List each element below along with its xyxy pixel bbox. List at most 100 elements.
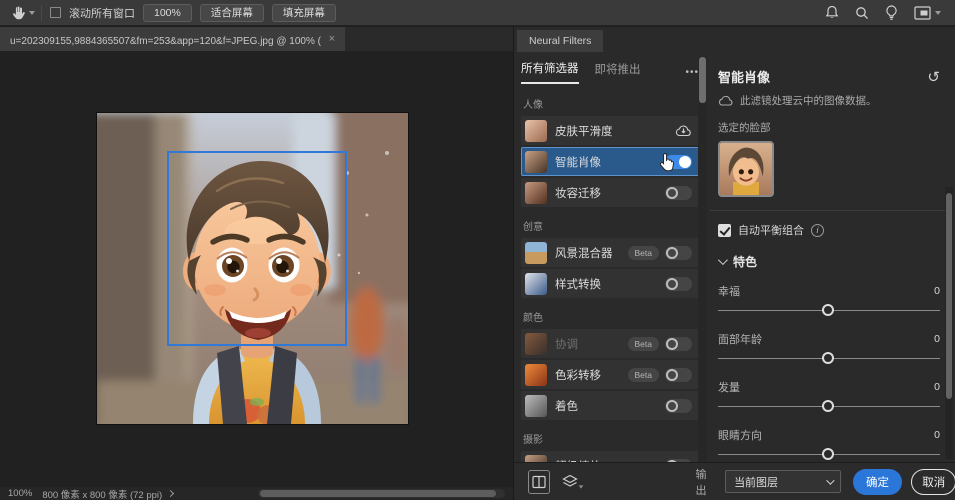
- panel-footer: 输出 当前图层 确定 取消: [514, 462, 955, 500]
- more-options-icon[interactable]: •••: [685, 67, 699, 78]
- auto-balance-checkbox-checked[interactable]: [718, 224, 731, 237]
- show-layers-button[interactable]: [562, 474, 584, 489]
- detail-scrollbar[interactable]: [945, 187, 953, 459]
- slider-track[interactable]: [718, 448, 940, 462]
- info-icon[interactable]: i: [811, 224, 824, 237]
- slider-track[interactable]: [718, 352, 940, 366]
- slider-eye-direction: 眼睛方向 0: [718, 427, 940, 462]
- style-transfer-toggle-off[interactable]: [665, 277, 692, 291]
- close-document-icon[interactable]: ×: [329, 33, 335, 45]
- section-color: 颜色: [523, 309, 697, 324]
- beta-badge: Beta: [628, 368, 660, 382]
- notifications-bell-icon[interactable]: [825, 5, 839, 20]
- hand-cursor-icon: [658, 152, 676, 172]
- discover-lightbulb-icon[interactable]: [885, 5, 898, 21]
- filter-row-landscape-mixer[interactable]: 风景混合器 Beta: [521, 238, 699, 267]
- hand-tool-chip[interactable]: [10, 5, 42, 21]
- makeup-transfer-thumbnail: [525, 182, 547, 204]
- cloud-icon: [718, 95, 734, 106]
- face-thumbnail-image: [720, 143, 772, 195]
- style-transfer-thumbnail: [525, 273, 547, 295]
- neural-filters-tab[interactable]: Neural Filters: [517, 30, 603, 52]
- slider-value: 0: [934, 285, 940, 297]
- filter-label: 样式转换: [555, 276, 665, 292]
- divider: [710, 210, 946, 211]
- slider-label: 幸福: [718, 283, 740, 299]
- harmonization-toggle-off[interactable]: [665, 337, 692, 351]
- output-selected-value: 当前图层: [734, 474, 778, 490]
- canvas-area[interactable]: [0, 51, 513, 487]
- slider-thumb[interactable]: [822, 400, 834, 412]
- output-select[interactable]: 当前图层: [725, 470, 841, 493]
- canvas-image[interactable]: [97, 113, 408, 424]
- slider-label: 眼睛方向: [718, 427, 762, 443]
- reset-filter-icon[interactable]: ↺: [927, 68, 940, 86]
- slider-track[interactable]: [718, 400, 940, 414]
- search-icon[interactable]: [855, 6, 869, 20]
- filter-row-style-transfer[interactable]: 样式转换: [521, 269, 699, 298]
- preview-split-view-button[interactable]: [528, 470, 550, 494]
- filter-row-color-transfer[interactable]: 色彩转移 Beta: [521, 360, 699, 389]
- filter-list-scrollbar[interactable]: [698, 56, 707, 488]
- detail-scrollbar-thumb[interactable]: [946, 193, 952, 399]
- document-title: u=202309155,9884365507&fm=253&app=120&f=…: [10, 32, 321, 47]
- tab-coming-soon[interactable]: 即将推出: [595, 61, 641, 83]
- smart-portrait-thumbnail: [525, 151, 547, 173]
- slider-value: 0: [934, 381, 940, 393]
- neural-filters-panel: Neural Filters 所有筛选器 即将推出 ••• 人像 皮肤平滑度 智…: [513, 27, 955, 500]
- document-tab[interactable]: u=202309155,9884365507&fm=253&app=120&f=…: [0, 27, 345, 51]
- split-view-icon: [532, 475, 546, 489]
- section-photography: 摄影: [523, 431, 697, 446]
- colorize-toggle-off[interactable]: [665, 399, 692, 413]
- zoom-100-button[interactable]: 100%: [143, 4, 192, 22]
- scroll-all-windows-checkbox[interactable]: [50, 7, 61, 18]
- status-chevron-icon[interactable]: [167, 490, 174, 497]
- boy-portrait-image: [97, 113, 408, 424]
- slider-happiness: 幸福 0: [718, 283, 940, 318]
- cloud-download-icon[interactable]: [675, 124, 692, 137]
- selected-face-thumbnail[interactable]: [718, 141, 774, 197]
- slider-track[interactable]: [718, 304, 940, 318]
- filter-row-harmonization[interactable]: 协调 Beta: [521, 329, 699, 358]
- filter-label: 皮肤平滑度: [555, 123, 675, 139]
- slider-thumb[interactable]: [822, 304, 834, 316]
- filter-label: 风景混合器: [555, 245, 628, 261]
- featured-section-header[interactable]: 特色: [718, 253, 940, 270]
- status-document-dimensions: 800 像素 x 800 像素 (72 ppi): [42, 487, 168, 500]
- cancel-button[interactable]: 取消: [911, 469, 955, 495]
- status-zoom-value[interactable]: 100%: [0, 488, 42, 499]
- filter-detail-panel: 智能肖像 ↺ 此滤镜处理云中的图像数据。 选定的脸部 自动平衡组合 i: [710, 59, 946, 500]
- chevron-down-icon: [826, 476, 834, 484]
- horizontal-scrollbar-thumb[interactable]: [260, 490, 496, 497]
- output-label: 输出: [696, 466, 716, 498]
- filter-tabs: 所有筛选器 即将推出 •••: [521, 59, 699, 85]
- slider-value: 0: [934, 429, 940, 441]
- ok-button[interactable]: 确定: [853, 469, 903, 495]
- horizontal-scrollbar[interactable]: [258, 489, 505, 498]
- filter-list-scrollbar-thumb[interactable]: [699, 57, 706, 103]
- fit-screen-button[interactable]: 适合屏幕: [200, 4, 264, 22]
- screen-mode-control[interactable]: [914, 6, 941, 20]
- scroll-all-windows-label: 滚动所有窗口: [69, 5, 135, 21]
- section-portrait: 人像: [523, 96, 697, 111]
- filter-row-colorize[interactable]: 着色: [521, 391, 699, 420]
- filter-label: 色彩转移: [555, 367, 628, 383]
- screen-mode-chevron-icon: [935, 11, 941, 15]
- tab-all-filters[interactable]: 所有筛选器: [521, 60, 579, 84]
- filter-label: 智能肖像: [555, 154, 665, 170]
- slider-thumb[interactable]: [822, 448, 834, 460]
- landscape-mixer-thumbnail: [525, 242, 547, 264]
- layers-icon: [562, 474, 578, 489]
- color-transfer-toggle-off[interactable]: [665, 368, 692, 382]
- landscape-mixer-toggle-off[interactable]: [665, 246, 692, 260]
- fill-screen-button[interactable]: 填充屏幕: [272, 4, 336, 22]
- hand-tool-icon: [10, 5, 26, 21]
- options-bar: 滚动所有窗口 100% 适合屏幕 填充屏幕: [0, 0, 955, 26]
- filter-row-skin-smoothing[interactable]: 皮肤平滑度: [521, 116, 699, 145]
- slider-facial-age: 面部年龄 0: [718, 331, 940, 366]
- tool-options-chevron-icon: [29, 11, 35, 15]
- makeup-transfer-toggle-off[interactable]: [665, 186, 692, 200]
- filter-row-makeup-transfer[interactable]: 妆容迁移: [521, 178, 699, 207]
- slider-thumb[interactable]: [822, 352, 834, 364]
- selected-face-label: 选定的脸部: [718, 120, 940, 135]
